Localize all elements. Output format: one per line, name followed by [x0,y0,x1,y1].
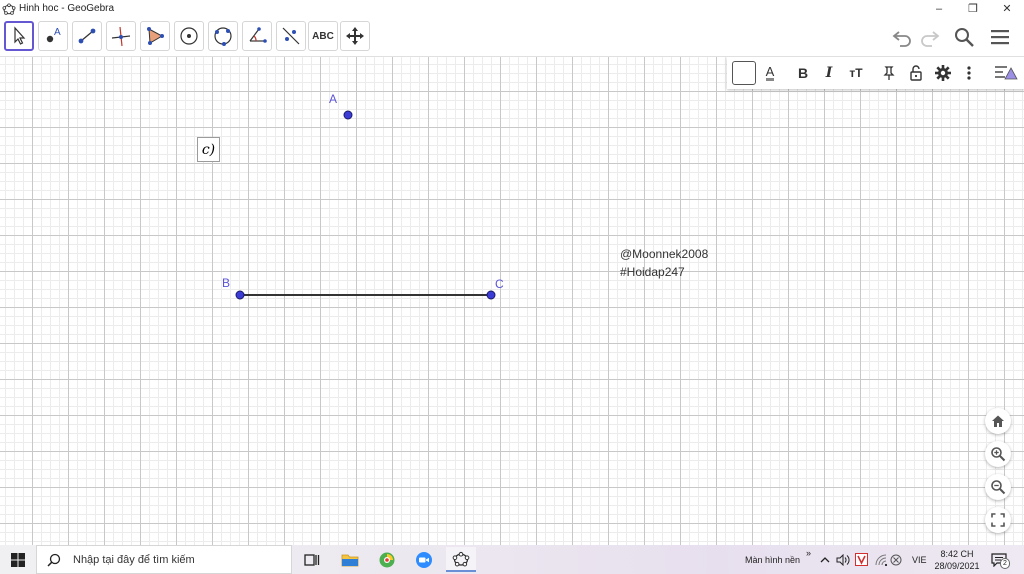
fullscreen-button[interactable] [985,507,1011,533]
antivirus-tray-button[interactable] [855,545,868,574]
wifi-icon [875,554,888,566]
desktop-toolbar-label[interactable]: Màn hình nền [745,545,800,574]
point-a-label: A [329,92,338,106]
clock-date: 28/09/2021 [934,560,980,571]
geogebra-taskbar-button[interactable] [446,547,476,572]
no-connection-icon [890,554,902,565]
circle-three-points-tool-button[interactable] [208,21,238,51]
polygon-tool-button[interactable] [140,21,170,51]
antivirus-icon [855,553,868,566]
angle-icon [249,27,267,43]
network-button[interactable] [875,545,888,574]
speaker-icon [836,553,850,566]
menu-icon [991,30,1009,45]
clock-button[interactable]: 8:42 CH 28/09/2021 [934,545,980,574]
move-tool-button[interactable] [4,21,34,51]
text-tool-button[interactable]: ABC [308,21,338,51]
browser-taskbar-button[interactable] [372,547,402,572]
clock-time: 8:42 CH [940,548,974,559]
circle-center-icon [180,27,198,45]
point-c-label: C [495,277,504,291]
geometry-layer [235,110,496,300]
search-icon [955,28,974,47]
text-object-c[interactable]: c) [197,137,220,162]
taskbar-search-box[interactable]: Nhập tại đây để tìm kiếm [36,545,292,574]
geogebra-app-icon [2,2,16,15]
search-icon [47,553,61,567]
notification-count-badge: 2 [1000,558,1010,569]
restore-button[interactable]: ❐ [956,0,990,17]
window-title: Hinh hoc - GeoGebra [19,3,115,14]
point-c[interactable] [486,290,496,300]
zoom-in-icon [991,447,1006,462]
folder-icon [341,554,359,566]
action-center-button[interactable]: 2 [991,545,1010,574]
point-tool-button[interactable]: A [38,21,68,51]
network-disconnected-button[interactable] [890,545,902,574]
file-explorer-taskbar-button[interactable] [335,547,365,572]
home-icon [992,415,1004,427]
volume-button[interactable] [836,545,850,574]
undo-icon [892,31,911,47]
reflect-icon [282,27,300,45]
svg-text:A: A [54,27,61,38]
segment-tool-button[interactable] [72,21,102,51]
point-b[interactable] [235,290,245,300]
show-hidden-icons-button[interactable] [820,545,830,574]
start-button[interactable] [0,545,36,574]
point-a[interactable] [343,110,353,120]
move-graphics-view-tool-button[interactable] [340,21,370,51]
geogebra-app-icon [452,551,470,566]
redo-button[interactable] [916,23,944,51]
taskbar-search-placeholder: Nhập tại đây để tìm kiếm [73,553,195,566]
home-view-button[interactable] [985,408,1011,434]
redo-icon [921,31,940,47]
circle-center-point-tool-button[interactable] [174,21,204,51]
graphics-view[interactable]: A B I тT A B C c) @Moonnek2008 #Hoidap24… [0,57,1024,545]
polygon-icon [147,27,164,45]
search-button[interactable] [950,23,978,51]
zoom-video-icon [416,551,432,568]
zoom-meetings-taskbar-button[interactable] [409,547,439,572]
move-arrows-icon [346,27,364,45]
input-language-button[interactable]: VIE [912,545,927,574]
arrow-cursor-icon [14,26,26,45]
circle-three-points-icon [214,27,232,46]
point-b-label: B [222,276,231,290]
main-menu-button[interactable] [986,23,1014,51]
perpendicular-line-tool-button[interactable] [106,21,136,51]
watermark-line-1: @Moonnek2008 [620,247,709,261]
reflect-tool-button[interactable] [276,21,306,51]
title-bar: Hinh hoc - GeoGebra – ❐ ✕ [0,0,1024,17]
chevron-up-icon [820,556,830,562]
watermark-line-2: #Hoidap247 [620,265,685,279]
point-icon: A [46,27,61,43]
taskbar: Nhập tại đây để tìm kiếm Màn hình nền » … [0,545,1024,574]
tool-bar: A ABC [0,17,1024,57]
close-button[interactable]: ✕ [990,0,1024,17]
browser-icon [379,552,395,567]
undo-button[interactable] [888,23,916,51]
text-tool-label: ABC [312,30,334,42]
minimize-button[interactable]: – [922,0,956,17]
task-view-button[interactable] [297,547,327,572]
task-view-icon [304,553,320,566]
segment-icon [78,28,96,44]
zoom-out-button[interactable] [985,474,1011,500]
zoom-out-icon [991,480,1006,495]
perpendicular-icon [111,26,131,47]
windows-logo-icon [11,552,25,567]
fullscreen-icon [991,513,1005,527]
angle-tool-button[interactable] [242,21,272,51]
toolbar-overflow-chevron[interactable]: » [806,538,811,567]
zoom-in-button[interactable] [985,441,1011,467]
